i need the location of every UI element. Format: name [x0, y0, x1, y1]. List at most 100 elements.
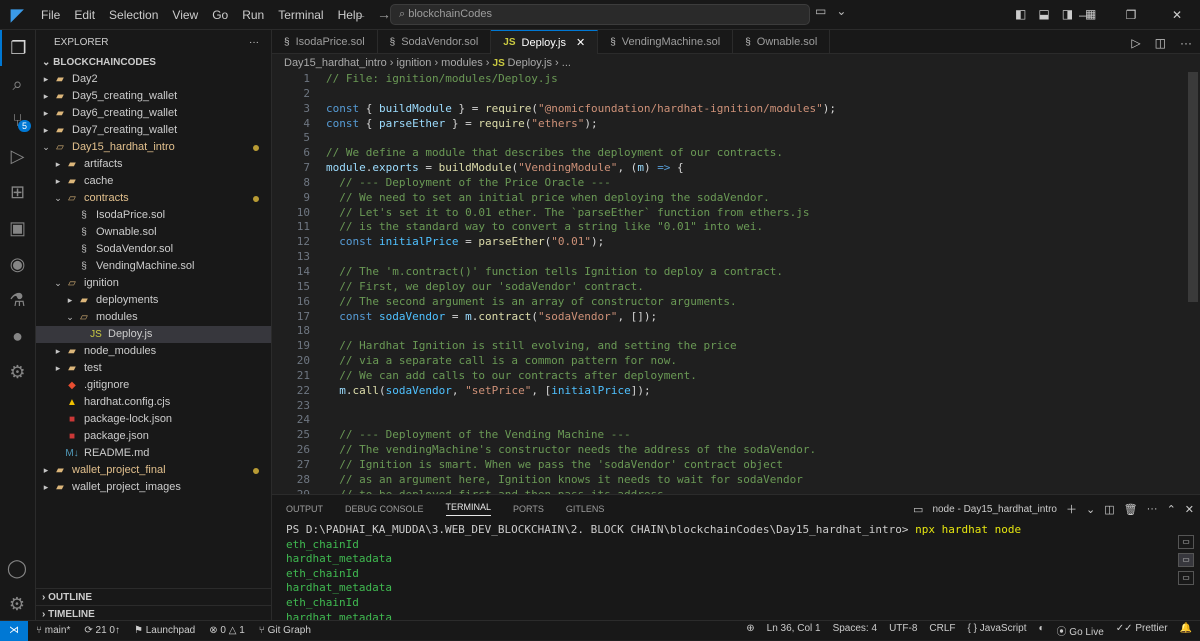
workspace-root[interactable]: ⌄ BLOCKCHAINCODES — [36, 54, 271, 71]
chevron-down-icon[interactable]: ⌄ — [836, 4, 846, 18]
tree-item[interactable]: § VendingMachine.sol — [36, 258, 271, 275]
tab-sodavendor-sol[interactable]: § SodaVendor.sol — [378, 30, 492, 54]
new-terminal-icon[interactable]: ＋ — [1066, 501, 1077, 517]
copilot-icon[interactable]: ▭ — [815, 4, 826, 18]
toggle-panel-icon[interactable]: ⬓ — [1038, 7, 1049, 21]
close-icon[interactable]: ✕ — [1154, 0, 1200, 30]
tree-item[interactable]: ■ package-lock.json — [36, 411, 271, 428]
indentation[interactable]: Spaces: 4 — [833, 623, 877, 638]
tree-item[interactable]: ▸ ▰ node_modules — [36, 343, 271, 360]
panel-tab-debug-console[interactable]: DEBUG CONSOLE — [345, 504, 424, 514]
tree-item[interactable]: ▸ ▰ Day2 — [36, 71, 271, 88]
cursor-position[interactable]: Ln 36, Col 1 — [767, 623, 821, 638]
tree-item[interactable]: ⌄ ▱ Day15_hardhat_intro — [36, 139, 271, 156]
github-icon[interactable]: ● — [0, 318, 35, 354]
breadcrumb-item[interactable]: modules — [441, 57, 483, 69]
code-editor[interactable]: 1// File: ignition/modules/Deploy.js 2 3 co… — [272, 72, 1184, 494]
tab-vendingmachine-sol[interactable]: § VendingMachine.sol — [598, 30, 734, 54]
close-panel-icon[interactable]: ✕ — [1185, 503, 1194, 516]
language-mode[interactable]: { } JavaScript — [968, 623, 1027, 638]
split-editor-icon[interactable]: ◫ — [1155, 36, 1166, 50]
more-actions-icon[interactable]: ··· — [249, 37, 259, 48]
extensions-icon[interactable]: ⊞ — [0, 174, 35, 210]
prettier-status[interactable]: ✓✓ Prettier — [1116, 623, 1168, 638]
notifications-icon[interactable]: 🔔 — [1180, 623, 1192, 638]
source-control-icon[interactable]: ⑂ 5 — [0, 102, 35, 138]
panel-tab-terminal[interactable]: TERMINAL — [445, 502, 492, 516]
tree-item[interactable]: ⌄ ▱ modules — [36, 309, 271, 326]
tab-ownable-sol[interactable]: § Ownable.sol — [733, 30, 831, 54]
tree-item[interactable]: ▸ ▰ cache — [36, 173, 271, 190]
run-icon[interactable]: ▷ — [1131, 36, 1140, 50]
tree-item[interactable]: ▸ ▰ deployments — [36, 292, 271, 309]
menu-go[interactable]: Go — [205, 0, 235, 30]
toggle-sidebar-icon[interactable]: ◧ — [1015, 7, 1026, 21]
explorer-icon[interactable]: ❐ — [0, 30, 35, 66]
tree-item[interactable]: ▸ ▰ wallet_project_images — [36, 479, 271, 496]
tree-item[interactable]: § SodaVendor.sol — [36, 241, 271, 258]
run-debug-icon[interactable]: ▷ — [0, 138, 35, 174]
gitlens-icon[interactable]: ◉ — [0, 246, 35, 282]
menu-run[interactable]: Run — [235, 0, 271, 30]
back-arrow-icon[interactable]: ← — [353, 6, 367, 22]
outline-section[interactable]: › OUTLINE — [36, 588, 272, 605]
remote-indicator-icon[interactable]: ⋊ — [0, 620, 28, 641]
more-actions-icon[interactable]: ··· — [1147, 503, 1158, 515]
sync-status[interactable]: ⟳ 21 0↑ — [84, 625, 120, 636]
breadcrumb-item[interactable]: Deploy.js — [508, 57, 552, 69]
terminal-output[interactable]: PS D:\PADHAI_KA_MUDDA\3.WEB_DEV_BLOCKCHA… — [272, 523, 1200, 625]
tree-item[interactable]: § Ownable.sol — [36, 224, 271, 241]
terminal-instance-icon[interactable]: ▭ — [1178, 535, 1194, 549]
menu-file[interactable]: File — [34, 0, 67, 30]
problems-status[interactable]: ⊗ 0 △ 1 — [209, 625, 245, 636]
branch-status[interactable]: ⑂ main* — [36, 625, 70, 636]
tree-item[interactable]: ▸ ▰ Day7_creating_wallet — [36, 122, 271, 139]
maximize-panel-icon[interactable]: ⌃ — [1167, 503, 1176, 516]
launchpad-status[interactable]: ⚑ Launchpad — [134, 625, 195, 636]
tree-item[interactable]: ◆ .gitignore — [36, 377, 271, 394]
breadcrumb-item[interactable]: ignition — [397, 57, 432, 69]
git-graph-status[interactable]: ⑂ Git Graph — [259, 625, 311, 636]
tree-item[interactable]: ▸ ▰ Day6_creating_wallet — [36, 105, 271, 122]
go-live-status[interactable]: ⦿ Go Live — [1057, 623, 1104, 638]
tree-item[interactable]: ▸ ▰ artifacts — [36, 156, 271, 173]
editor-scrollbar[interactable] — [1188, 72, 1198, 302]
tree-item[interactable]: M↓ README.md — [36, 445, 271, 462]
tree-item[interactable]: ■ package.json — [36, 428, 271, 445]
tree-item[interactable]: ▲ hardhat.config.cjs — [36, 394, 271, 411]
command-center-search[interactable]: ⌕ blockchainCodes — [390, 4, 810, 25]
copilot-status-icon[interactable]: ◐ — [1038, 623, 1044, 638]
terminal-dropdown-icon[interactable]: ⌄ — [1086, 503, 1095, 516]
line-endings[interactable]: CRLF — [929, 623, 955, 638]
breadcrumb-item[interactable]: Day15_hardhat_intro — [284, 57, 387, 69]
menu-view[interactable]: View — [165, 0, 205, 30]
tree-item[interactable]: ⌄ ▱ ignition — [36, 275, 271, 292]
tree-item[interactable]: ▸ ▰ Day5_creating_wallet — [36, 88, 271, 105]
terminal-instance-label[interactable]: node - Day15_hardhat_intro — [932, 504, 1057, 515]
restore-icon[interactable]: ❐ — [1108, 0, 1154, 30]
tab-close-icon[interactable]: ✕ — [576, 36, 585, 49]
menu-terminal[interactable]: Terminal — [271, 0, 330, 30]
more-actions-icon[interactable]: ··· — [1180, 36, 1192, 50]
breadcrumb-item[interactable]: ... — [562, 57, 571, 69]
tab-isodaprice-sol[interactable]: § IsodaPrice.sol — [272, 30, 378, 54]
panel-tab-ports[interactable]: PORTS — [513, 504, 544, 514]
tree-item[interactable]: ▸ ▰ wallet_project_final — [36, 462, 271, 479]
python-icon[interactable]: ⚙ — [0, 354, 35, 390]
split-terminal-icon[interactable]: ◫ — [1104, 503, 1114, 516]
forward-arrow-icon[interactable]: → — [377, 6, 391, 22]
tree-item[interactable]: ▸ ▰ test — [36, 360, 271, 377]
panel-tab-gitlens[interactable]: GITLENS — [566, 504, 605, 514]
menu-selection[interactable]: Selection — [102, 0, 165, 30]
menu-edit[interactable]: Edit — [67, 0, 102, 30]
minimize-icon[interactable]: — — [1062, 0, 1108, 30]
manage-gear-icon[interactable]: ⚙ — [0, 586, 34, 622]
account-icon[interactable]: ◯ — [0, 550, 34, 586]
tree-item[interactable]: ⌄ ▱ contracts — [36, 190, 271, 207]
trash-icon[interactable]: 🗑 — [1124, 503, 1138, 516]
tab-deploy-js[interactable]: JS Deploy.js ✕ — [491, 30, 599, 54]
tree-item[interactable]: § IsodaPrice.sol — [36, 207, 271, 224]
magnify-icon[interactable]: ⊕ — [746, 623, 754, 638]
encoding[interactable]: UTF-8 — [889, 623, 917, 638]
tree-item[interactable]: JS Deploy.js — [36, 326, 271, 343]
